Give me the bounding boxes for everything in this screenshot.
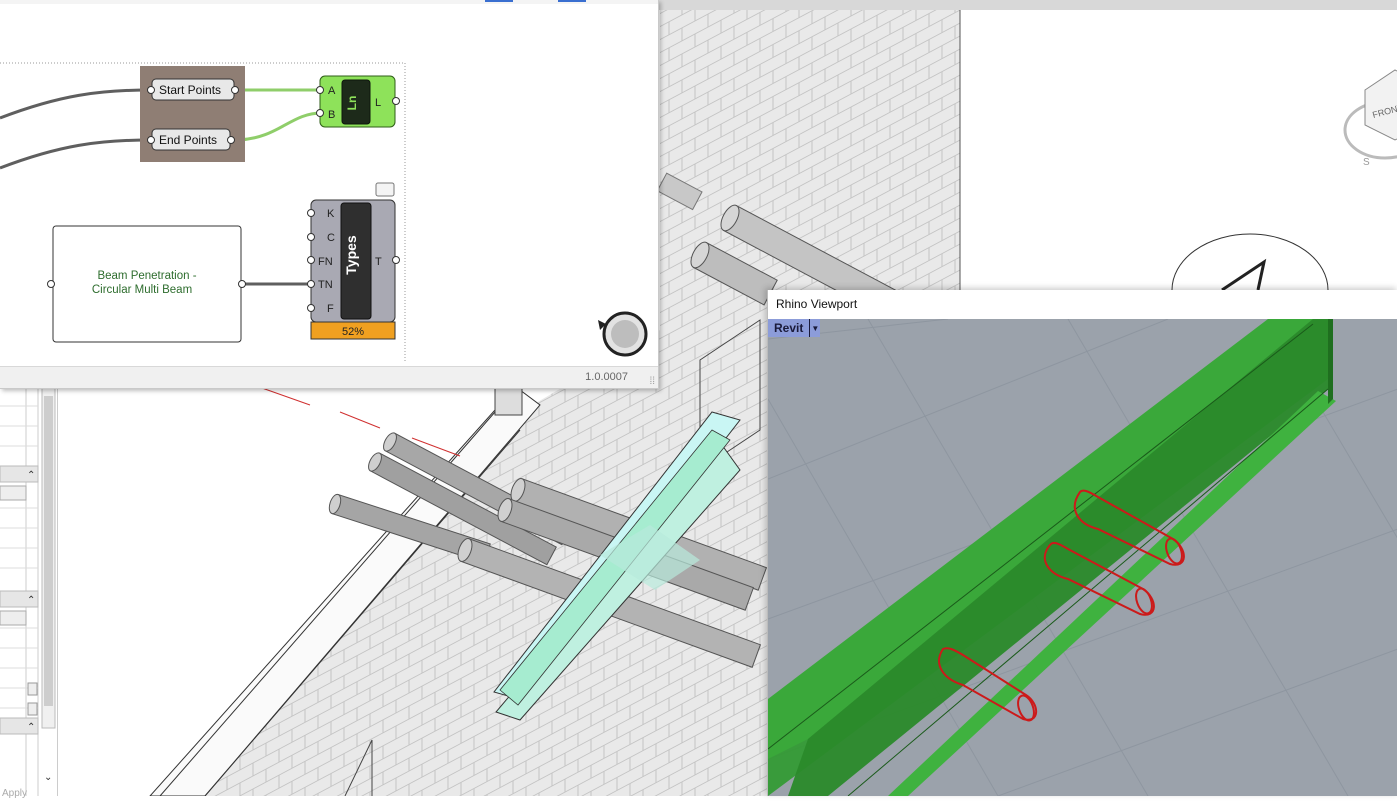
panel-text-line-2: Circular Multi Beam [92, 284, 192, 296]
viewport-tab-label: Revit [774, 321, 804, 335]
port-c-label: C [327, 232, 335, 244]
grasshopper-window: Start Points End Points Ln A B L Types K… [0, 0, 659, 389]
start-points-param[interactable]: Start Points [147, 78, 239, 101]
rhino-viewport[interactable]: Revit ▼ [768, 319, 1397, 796]
version-label: 1.0.0007 [585, 371, 628, 383]
rhino-viewport-window: Rhino Viewport Revit ▼ [767, 290, 1397, 796]
properties-panel: ⌃ ⌃ ⌃ ⌄ Apply [0, 387, 58, 799]
north-arrow [1171, 233, 1329, 292]
svg-text:⌃: ⌃ [27, 470, 35, 481]
active-wire [237, 111, 323, 142]
canvas-navigation-icon[interactable] [598, 311, 648, 357]
wire [0, 138, 151, 170]
types-component-name: Types [343, 235, 359, 275]
comment-bubble-icon[interactable] [375, 182, 395, 197]
grasshopper-canvas[interactable]: Start Points End Points Ln A B L Types K… [0, 0, 658, 366]
svg-text:⌄: ⌄ [44, 772, 52, 783]
panel-text-line-1: Beam Penetration - [97, 270, 196, 282]
view-cube[interactable]: FRONT S [1343, 69, 1397, 168]
viewport-tab[interactable]: Revit ▼ [768, 319, 821, 337]
revit-title-strip [658, 0, 1397, 10]
port-tn-label: TN [318, 279, 333, 291]
rhino-window-title: Rhino Viewport [776, 297, 858, 311]
port-k-label: K [327, 208, 335, 220]
svg-text:⌃: ⌃ [27, 595, 35, 606]
start-points-label: Start Points [159, 83, 221, 97]
end-points-label: End Points [159, 133, 217, 147]
port-fn-label: FN [318, 256, 333, 268]
wire [0, 88, 151, 120]
port-f-label: F [327, 303, 334, 315]
port-b-label: B [328, 109, 335, 121]
text-panel[interactable]: Beam Penetration - Circular Multi Beam [47, 225, 246, 343]
viewport-menu-caret-icon[interactable]: ▼ [809, 319, 820, 337]
line-component-icon: Ln [345, 96, 359, 111]
properties-grid: ⌃ ⌃ ⌃ ⌄ [0, 387, 56, 796]
apply-button[interactable]: Apply [2, 788, 27, 799]
port-a-label: A [328, 85, 336, 97]
end-points-param[interactable]: End Points [147, 128, 235, 151]
section-line [261, 387, 461, 457]
resize-grip-icon[interactable]: ⁞⁞ [649, 376, 655, 387]
svg-text:⌃: ⌃ [27, 722, 35, 733]
svg-text:S: S [1363, 157, 1370, 168]
port-l-label: L [375, 97, 381, 109]
grasshopper-statusbar: 1.0.0007 ⁞⁞ [0, 366, 658, 388]
types-component[interactable]: Types K C FN TN F T 52% [307, 182, 400, 340]
port-t-label: T [375, 256, 382, 268]
wall-block [494, 384, 523, 416]
progress-label: 52% [342, 326, 364, 338]
line-component[interactable]: Ln A B L [316, 75, 400, 128]
rhino-scene [768, 319, 1397, 796]
